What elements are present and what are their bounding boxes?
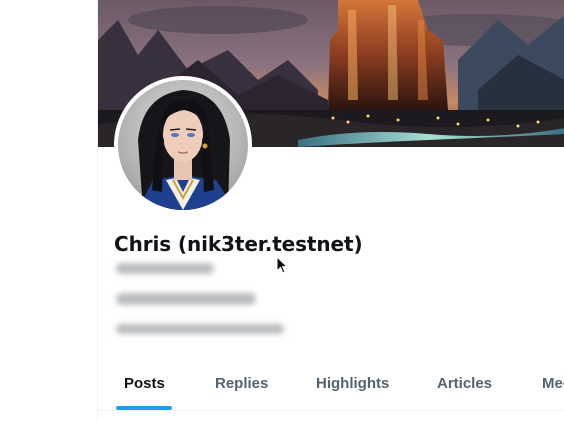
- avatar[interactable]: [114, 76, 252, 214]
- profile-tabs: Posts Replies Highlights Articles Media: [98, 356, 564, 411]
- active-tab-indicator: [116, 406, 172, 410]
- mouse-pointer-icon: [276, 256, 288, 274]
- tab-articles[interactable]: Articles: [437, 356, 492, 410]
- tab-media[interactable]: Media: [542, 356, 564, 410]
- profile-column: Chris (nik3ter.testnet) Posts Replies Hi…: [97, 0, 564, 421]
- avatar-image: [118, 80, 248, 210]
- tab-posts[interactable]: Posts: [124, 356, 165, 410]
- profile-meta-redacted: [116, 324, 284, 334]
- profile-display-name: Chris (nik3ter.testnet): [114, 232, 363, 256]
- left-gutter: [0, 0, 97, 421]
- tab-highlights[interactable]: Highlights: [316, 356, 389, 410]
- profile-bio-redacted: [116, 293, 256, 305]
- profile-handle-redacted: [116, 263, 214, 274]
- tab-replies[interactable]: Replies: [215, 356, 268, 410]
